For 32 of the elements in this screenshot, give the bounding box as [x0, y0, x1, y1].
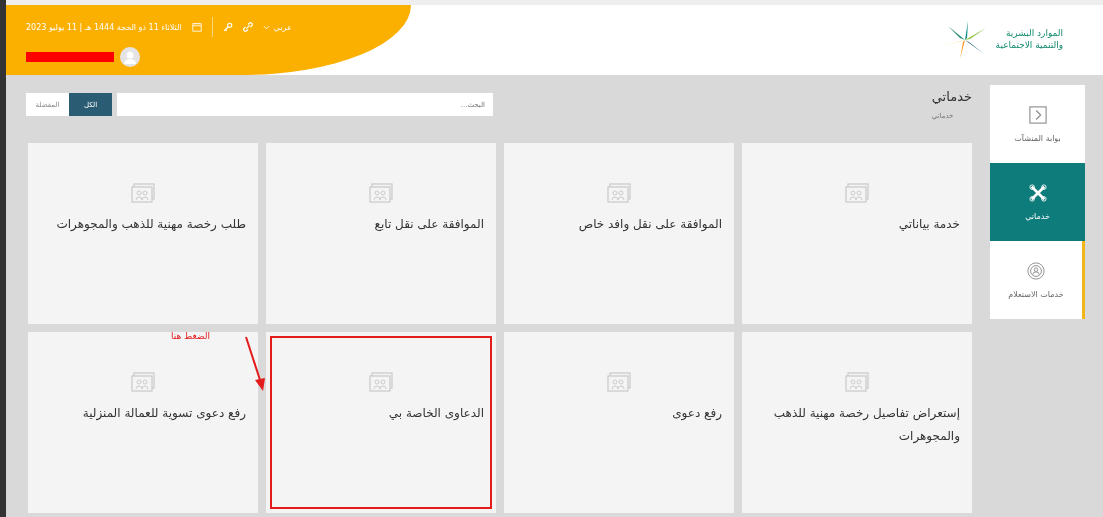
- page-title: خدماتي: [931, 89, 972, 104]
- annotation-arrow: [244, 335, 266, 393]
- tools-icon: [1028, 183, 1047, 202]
- key-icon[interactable]: [222, 22, 233, 32]
- annotation-text: الضغط هنا: [171, 331, 210, 341]
- service-card[interactable]: رفع دعوى: [504, 332, 734, 513]
- image-placeholder-icon: [131, 372, 155, 392]
- calendar-icon: [191, 22, 202, 32]
- image-placeholder-icon: [131, 183, 155, 203]
- service-card[interactable]: الموافقة على نقل تابع: [266, 143, 496, 324]
- caret-icon: [262, 24, 270, 30]
- service-card[interactable]: إستعراض تفاصيل رخصة مهنية للذهب والمجوهرات: [742, 332, 972, 513]
- logo-text: الموارد البشرية: [1004, 28, 1063, 40]
- sidebar-item[interactable]: خدمات الاستعلام: [990, 241, 1085, 319]
- link-icon[interactable]: [242, 22, 253, 32]
- logo-text: والتنمية الاجتماعية: [995, 40, 1063, 52]
- image-placeholder-icon: [607, 183, 631, 203]
- service-card[interactable]: الدعاوى الخاصة بي: [266, 332, 496, 513]
- date-text: الثلاثاء 11 ذو الحجة 1444 هـ | 11 يوليو 2023: [26, 22, 182, 32]
- image-placeholder-icon: [607, 372, 631, 392]
- arrow-box-icon: [1028, 105, 1047, 124]
- sidebar-item[interactable]: بوابة المنشآت: [990, 85, 1085, 163]
- image-placeholder-icon: [369, 183, 393, 203]
- sidebar-item[interactable]: خدماتي: [990, 163, 1085, 241]
- service-card[interactable]: طلب رخصة مهنية للذهب والمجوهرات: [28, 143, 258, 324]
- service-card[interactable]: الموافقة على نقل وافد خاص: [504, 143, 734, 324]
- service-card[interactable]: خدمة بياناتي: [742, 143, 972, 324]
- image-placeholder-icon: [369, 372, 393, 392]
- signal-person-icon: [1027, 261, 1045, 280]
- image-placeholder-icon: [845, 183, 869, 203]
- avatar-icon[interactable]: [120, 47, 140, 67]
- image-placeholder-icon: [845, 372, 869, 392]
